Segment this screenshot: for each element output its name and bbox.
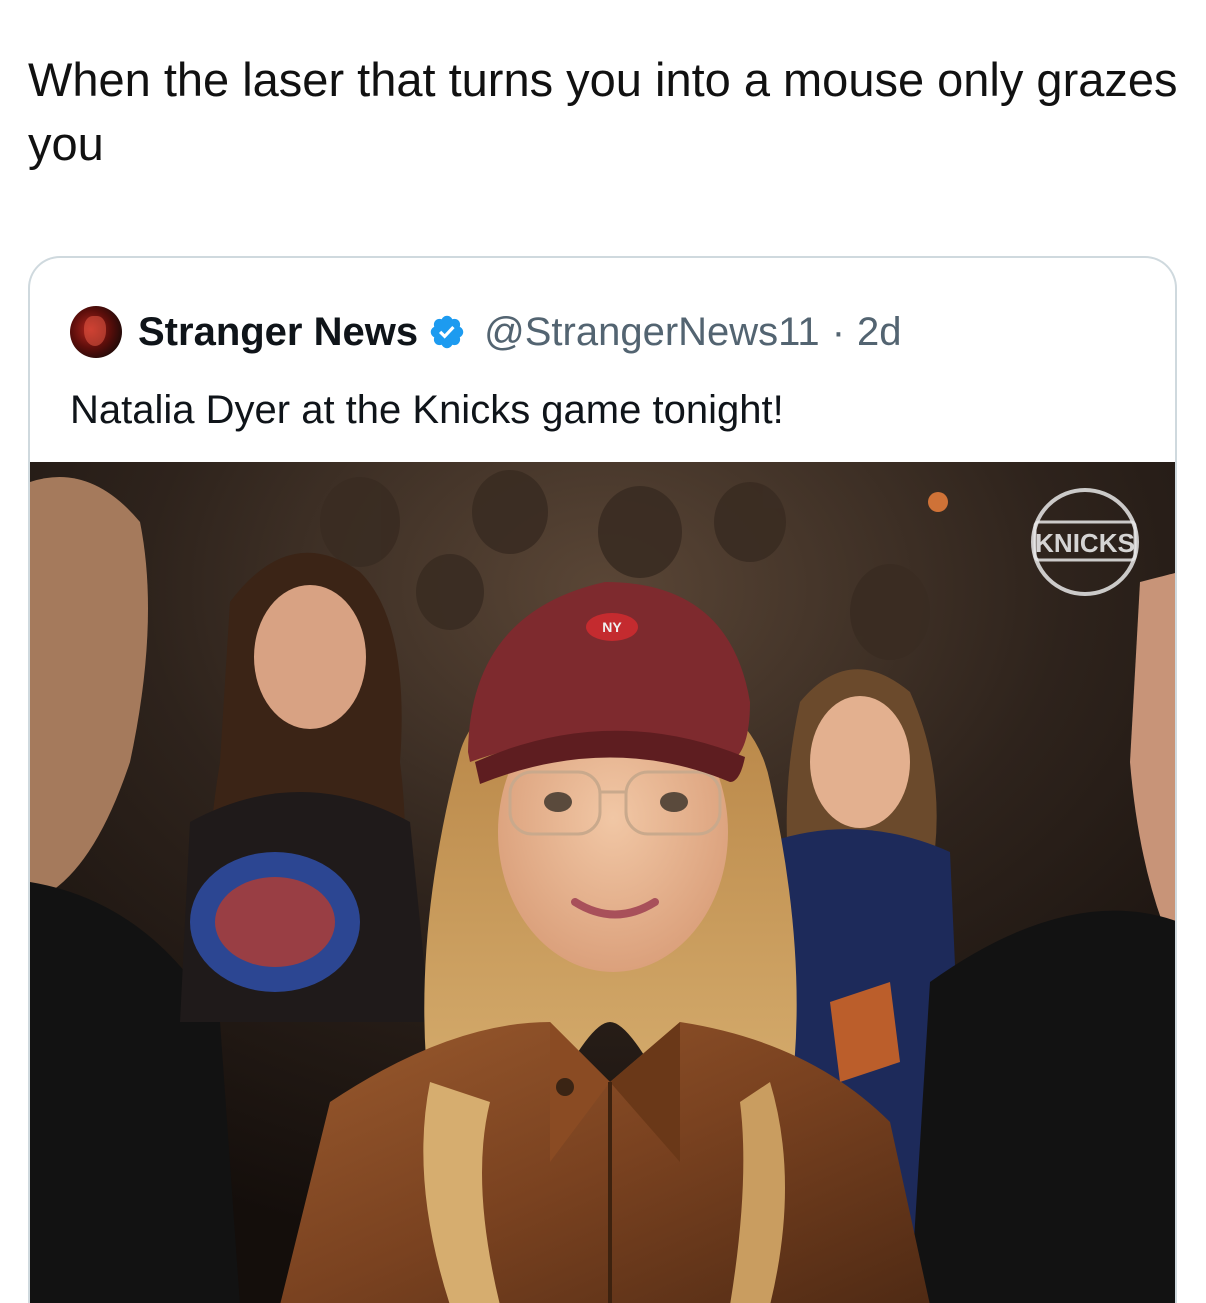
timestamp[interactable]: 2d [857,310,902,355]
tweet-photo[interactable]: KNICKS NY [30,462,1175,1303]
knicks-logo-text: KNICKS [1035,528,1135,558]
verified-badge-icon [430,315,464,349]
avatar-icon[interactable] [70,306,122,358]
handle[interactable]: @StrangerNews11 [484,310,820,355]
quoted-tweet-card[interactable]: Stranger News @StrangerNews11 · 2d Natal… [28,256,1177,1303]
tweet-text: Natalia Dyer at the Knicks game tonight! [70,388,784,432]
photo-illustration: KNICKS NY [30,462,1175,1303]
svg-text:NY: NY [602,619,622,635]
tweet-header: Stranger News @StrangerNews11 · 2d [70,306,902,358]
post-caption: When the laser that turns you into a mou… [28,53,1178,170]
separator-dot: · [831,309,846,354]
display-name[interactable]: Stranger News [138,310,418,355]
